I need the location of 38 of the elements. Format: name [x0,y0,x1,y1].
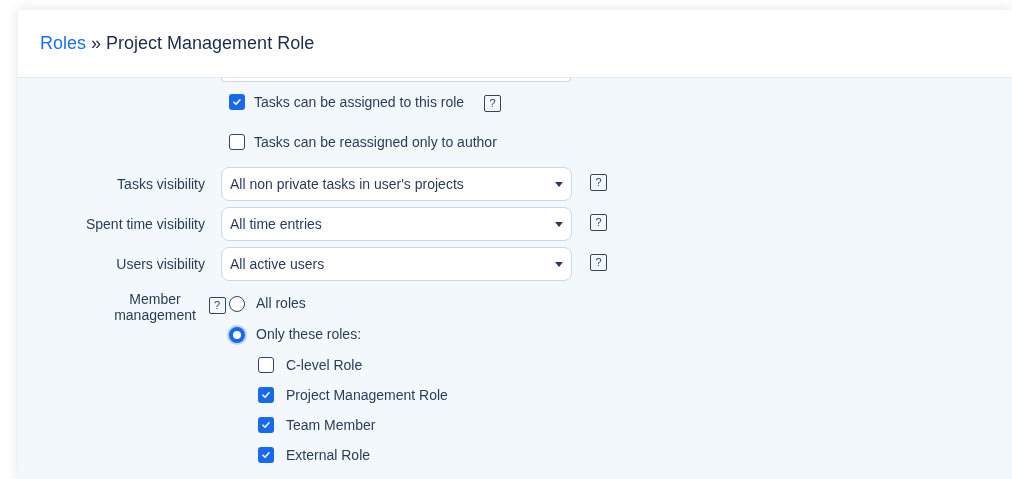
radio-button[interactable] [229,326,245,343]
checkbox[interactable] [258,417,274,433]
breadcrumb-separator: » [91,32,102,55]
help-icon[interactable]: ? [590,213,607,231]
checkbox[interactable] [229,94,245,110]
radio-label: All roles [256,294,306,313]
checkbox-label: Team Member [286,415,376,435]
field-label: Tasks visibility [116,174,205,194]
checkbox-label: Tasks can be reassigned only to author [254,132,497,152]
field-label: Users visibility [115,254,205,274]
checkmark-icon [232,97,242,107]
checkbox[interactable] [258,387,274,403]
radio-button[interactable] [229,295,245,312]
caret-icon [555,261,563,267]
checkbox-label: C-level Role [286,355,363,375]
help-icon[interactable]: ? [590,173,607,191]
checkmark-icon [261,450,271,460]
page-title: Project Management Role [106,32,315,55]
checkbox-label: Project Management Role [286,385,448,405]
select-field[interactable]: All non private tasks in user's projects [221,167,572,201]
field-label: Member management [113,291,197,325]
checkbox[interactable] [258,357,274,373]
help-icon[interactable]: ? [208,297,226,314]
select-field[interactable]: All time entries [221,207,572,241]
field-label: Spent time visibility [84,214,205,234]
checkbox-label: Tasks can be assigned to this role [254,92,465,112]
checkmark-icon [261,420,271,430]
breadcrumb-link[interactable]: Roles [40,30,87,57]
help-icon[interactable]: ? [590,253,607,271]
select-field[interactable]: All active users [221,247,572,281]
checkbox[interactable] [229,134,245,150]
caret-icon [555,221,563,227]
checkbox-label: External Role [286,445,371,465]
caret-icon [555,181,563,187]
radio-label: Only these roles: [256,325,362,344]
help-icon[interactable]: ? [484,94,502,112]
checkbox[interactable] [258,447,274,463]
checkmark-icon [261,390,271,400]
